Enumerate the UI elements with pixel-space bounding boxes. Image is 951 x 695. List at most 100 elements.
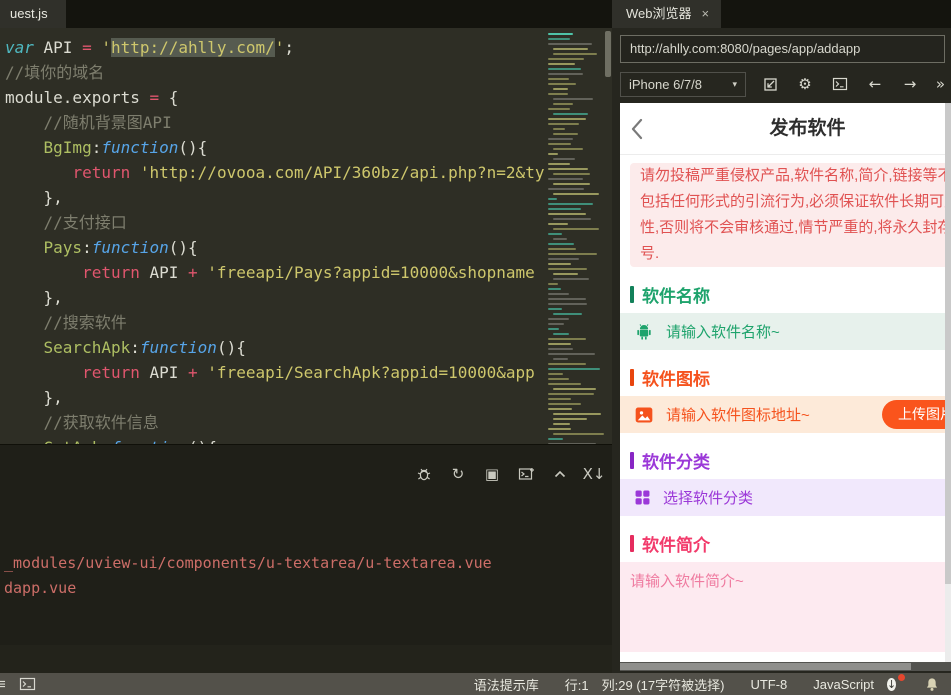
minimap-line [548,73,584,75]
nav-forward-icon[interactable]: → [901,75,919,93]
minimap-line [553,313,582,315]
encoding[interactable]: UTF-8 [750,677,787,692]
minimap-line [548,343,571,345]
editor-minimap[interactable] [545,28,605,472]
minimap-line [553,128,566,130]
minimap-line [548,168,589,170]
console-panel: ↻ ▣ X↓ _modules/uview-ui/components/u-te… [0,444,612,645]
minimap-line [548,318,569,320]
scrollbar-thumb[interactable] [605,31,611,77]
code-line: //随机背景图API [5,113,172,132]
code-line: SearchApk:function(){ [43,338,246,357]
minimap-line [553,238,567,240]
minimap-line [548,248,577,250]
minimap-line [548,118,587,120]
minimap-line [548,293,569,295]
minimap-line [553,218,592,220]
app-name-input[interactable]: 请输入软件名称~ [620,313,951,350]
more-tools-icon[interactable]: » [936,75,945,93]
url-input[interactable]: http://ahlly.com:8080/pages/app/addapp [620,35,945,63]
url-row: http://ahlly.com:8080/pages/app/addapp [620,35,945,63]
update-icon[interactable]: ↓ [887,674,905,692]
minimap-line [548,303,588,305]
minimap-line [553,148,584,150]
minimap-line [548,213,586,215]
minimap-line [548,383,581,385]
minimap-line [553,88,569,90]
code-line: }, [5,388,63,407]
minimap-line [548,373,563,375]
close-icon[interactable]: × [702,0,710,28]
scrollbar-thumb[interactable] [945,103,951,584]
minimap-line [553,53,597,55]
minimap-line [553,358,569,360]
phone-page: 发布软件 请勿投稿严重侵权产品,软件名称,简介,链接等不得包括任何形式的引流行为… [620,103,951,671]
stop-icon[interactable]: ▣ [483,465,501,483]
minimap-line [553,173,590,175]
minimap-line [548,33,573,35]
browser-tabbar: Web浏览器 × [612,0,951,28]
minimap-line [548,78,569,80]
syntax-hint-lib[interactable]: 语法提示库 [474,675,539,694]
minimap-line [553,278,590,280]
cursor-line[interactable]: 行:1 [565,675,589,694]
browser-tab[interactable]: Web浏览器 × [612,0,722,28]
minimap-line [553,103,574,105]
code-line: return 'http://ovooa.com/API/360bz/api.p… [72,163,545,182]
minimap-line [548,68,582,70]
minimap-line [548,198,557,200]
new-terminal-icon[interactable] [517,465,535,483]
upload-image-button[interactable]: 上传图片 [882,400,951,429]
console-output: _modules/uview-ui/components/u-textarea/… [4,551,492,601]
editor-vertical-scrollbar[interactable] [604,28,612,472]
chevron-down-icon: ▾ [732,78,737,89]
nav-back-icon[interactable]: ← [866,75,884,93]
code-area[interactable]: var API = 'http://ahlly.com/'; //填你的域名 mod… [0,28,545,472]
minimap-line [548,43,592,45]
bell-icon[interactable] [925,677,939,692]
minimap-line [548,398,572,400]
preview-horizontal-scrollbar[interactable] [620,662,951,671]
console-output-line: dapp.vue [4,579,77,597]
minimap-line [553,418,587,420]
section-accent-bar [630,534,634,552]
app-category-select[interactable]: 选择软件分类 [620,479,951,516]
scrollbar-thumb[interactable] [620,663,912,670]
minimap-line [548,353,595,355]
minimap-line [548,328,559,330]
minimap-line [548,38,571,40]
language-mode[interactable]: JavaScript [813,677,874,692]
editor-tab-request-js[interactable]: uest.js [0,0,66,28]
minimap-line [548,268,588,270]
collapse-panel-icon[interactable] [551,465,569,483]
section-title-app-description: 软件简介 [620,531,951,555]
terminal-icon[interactable] [19,677,36,691]
minimap-line [553,333,570,335]
android-icon [634,322,654,342]
code-line: //获取软件信息 [5,413,159,432]
app-description-textarea[interactable]: 请输入软件简介~ [620,562,951,652]
minimap-line [548,188,585,190]
minimap-line [553,133,579,135]
preview-vertical-scrollbar[interactable] [945,103,951,662]
section-accent-bar [630,451,634,469]
code-line: module.exports = { [5,88,179,107]
menu-hamburger-icon[interactable]: ≡ [0,676,6,693]
clear-console-icon[interactable]: X↓ [583,465,606,483]
device-select[interactable]: iPhone 6/7/8 ▾ [620,71,746,97]
gear-icon[interactable]: ⚙ [796,75,814,93]
open-external-icon[interactable] [761,75,779,93]
minimap-line [548,253,598,255]
minimap-line [548,283,559,285]
image-icon [634,405,654,425]
minimap-line [548,323,565,325]
cursor-column-selection[interactable]: 列:29 (17字符被选择) [602,675,725,694]
app-icon-url-input[interactable]: 请输入软件图标地址~ 上传图片 [620,396,951,433]
restart-icon[interactable]: ↻ [449,465,467,483]
terminal-icon[interactable] [831,75,849,93]
debug-bug-icon[interactable] [415,465,433,483]
minimap-line [548,108,570,110]
code-line: return API + 'freeapi/Pays?appid=10000&s… [82,263,535,282]
minimap-line [548,163,570,165]
code-line: BgImg:function(){ [43,138,208,157]
